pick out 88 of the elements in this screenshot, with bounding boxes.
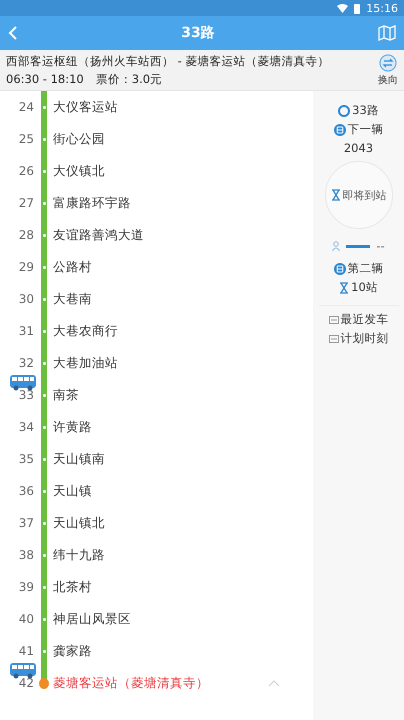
back-icon[interactable]: [8, 26, 18, 40]
stop-number: 39: [18, 580, 34, 594]
stop-name[interactable]: 大仪客运站: [53, 98, 118, 116]
clock-time: 15:16: [366, 2, 398, 14]
stop-name[interactable]: 大仪镇北: [53, 162, 105, 180]
stop-name[interactable]: 菱塘客运站（菱塘清真寺）: [53, 674, 209, 692]
stop-name[interactable]: 天山镇南: [53, 450, 105, 468]
stop-dot-icon: [42, 650, 46, 652]
stop-name[interactable]: 纬十九路: [53, 546, 105, 564]
map-icon[interactable]: [378, 25, 396, 41]
stop-number: 37: [18, 516, 34, 530]
stop-number: 40: [18, 612, 34, 626]
stop-name[interactable]: 大巷南: [53, 290, 92, 308]
stop-number: 38: [18, 548, 34, 562]
stop-dot-icon: [42, 330, 46, 332]
stop-dot-icon: [42, 170, 46, 172]
wifi-icon: [337, 4, 348, 12]
stop-number: 30: [18, 292, 34, 306]
stop-name[interactable]: 北茶村: [53, 578, 92, 596]
schedule-link[interactable]: 计划时刻: [328, 331, 388, 346]
stop-number: 36: [18, 484, 34, 498]
crowd-value: --: [376, 239, 385, 253]
stop-number: 31: [18, 324, 34, 338]
stop-number: 42: [18, 676, 34, 690]
schedule-link[interactable]: 最近发车: [328, 312, 388, 327]
stop-number: 28: [18, 228, 34, 242]
line-label: 33路: [352, 103, 379, 118]
stop-number: 33: [18, 388, 34, 402]
stop-dot-icon: [42, 298, 46, 300]
stop-name[interactable]: 富康路环宇路: [53, 194, 131, 212]
list-icon: [328, 314, 338, 324]
stop-name[interactable]: 南茶: [53, 386, 79, 404]
stop-dot-icon: [42, 106, 46, 108]
fare-text: 票价：3.0元: [96, 72, 162, 86]
stop-name[interactable]: 龚家路: [53, 642, 92, 660]
stop-dot-icon: [42, 234, 46, 236]
stop-number: 35: [18, 452, 34, 466]
stop-number: 29: [18, 260, 34, 274]
stop-name[interactable]: 大巷农商行: [53, 322, 118, 340]
stop-name[interactable]: 友谊路善鸿大道: [53, 226, 144, 244]
stop-dot-icon: [42, 138, 46, 140]
stop-name[interactable]: 神居山风景区: [53, 610, 131, 628]
person-icon: [332, 241, 340, 251]
bus-icon: [334, 262, 346, 274]
stop-number: 27: [18, 196, 34, 210]
stop-name[interactable]: 大巷加油站: [53, 354, 118, 372]
second-bus-label: 第二辆: [348, 261, 384, 276]
destination-pin-icon: [39, 678, 49, 688]
stop-dot-icon: [42, 362, 46, 364]
second-bus-stops: 10站: [351, 280, 378, 295]
service-hours: 06:30 - 18:10: [6, 72, 84, 86]
list-icon: [328, 334, 338, 344]
next-bus-number: 2043: [344, 141, 374, 155]
stop-name[interactable]: 天山镇北: [53, 514, 105, 532]
stop-dot-icon: [42, 522, 46, 524]
stop-number: 41: [18, 644, 34, 658]
crowd-meter-icon: [346, 244, 370, 248]
stop-number: 25: [18, 132, 34, 146]
stop-dot-icon: [42, 554, 46, 556]
next-bus-label: 下一辆: [348, 122, 384, 137]
stop-dot-icon: [42, 586, 46, 588]
hourglass-icon: [330, 189, 340, 201]
stop-dot-icon: [42, 458, 46, 460]
stop-dot-icon: [42, 266, 46, 268]
switch-direction-button[interactable]: 换向: [378, 54, 398, 86]
battery-icon: [354, 2, 360, 14]
ring-icon: [338, 104, 350, 116]
hourglass-icon: [339, 282, 350, 294]
page-title: 33路: [181, 24, 215, 42]
stop-name[interactable]: 天山镇: [53, 482, 92, 500]
stop-number: 34: [18, 420, 34, 434]
stop-name[interactable]: 许黄路: [53, 418, 92, 436]
arrival-status: 即将到站: [342, 188, 386, 202]
stop-name[interactable]: 街心公园: [53, 130, 105, 148]
collapse-caret-icon[interactable]: [268, 680, 280, 686]
stop-dot-icon: [42, 618, 46, 620]
bus-icon: [10, 663, 36, 679]
bus-icon: [10, 375, 36, 391]
stop-name[interactable]: 公路村: [53, 258, 92, 276]
stop-dot-icon: [42, 426, 46, 428]
route-name: 西部客运枢纽（扬州火车站西） - 菱塘客运站（菱塘清真寺）: [6, 54, 330, 68]
stop-dot-icon: [42, 202, 46, 204]
stop-dot-icon: [42, 394, 46, 396]
stop-dot-icon: [42, 490, 46, 492]
stop-number: 26: [18, 164, 34, 178]
stop-number: 24: [18, 100, 34, 114]
bus-icon: [334, 124, 346, 136]
stop-number: 32: [18, 356, 34, 370]
